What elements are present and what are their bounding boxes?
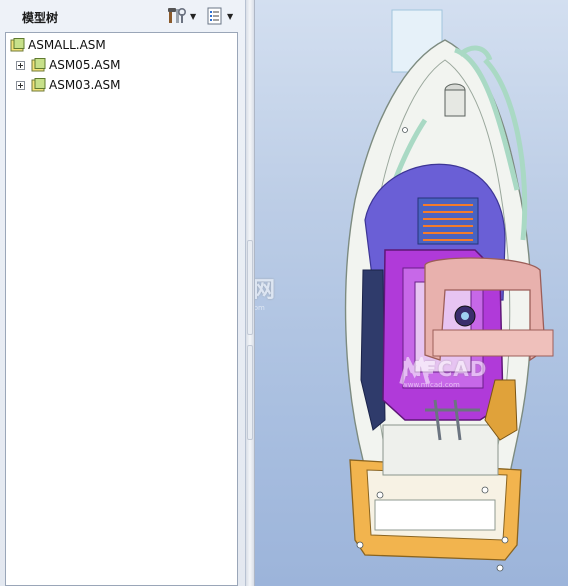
- expand-icon[interactable]: [16, 60, 25, 70]
- chevron-down-icon: ▼: [227, 11, 234, 21]
- tree-show-icon: [207, 7, 222, 25]
- tree-item-label: ASMALL.ASM: [28, 38, 106, 52]
- model-tree-panel: 模型树 ▼ ▼ ASMALL.ASM ASM05.ASM ASM03.ASM: [0, 0, 246, 586]
- watermark: 沐风网 www.mfcad.com: [255, 272, 276, 312]
- splitter-handle-lower[interactable]: [247, 345, 253, 440]
- expand-icon[interactable]: [16, 80, 25, 90]
- tree-show-button[interactable]: ▼: [206, 6, 233, 26]
- panel-splitter[interactable]: [246, 0, 255, 586]
- tree-settings-icon: [168, 7, 187, 23]
- model-tree: ASMALL.ASM ASM05.ASM ASM03.ASM: [5, 32, 238, 586]
- assembly-3d-model: [344, 9, 554, 572]
- tree-settings-button[interactable]: ▼: [167, 6, 196, 26]
- tree-item-asm03[interactable]: ASM03.ASM: [16, 76, 120, 94]
- assembly-icon: [31, 78, 46, 92]
- tree-item-label: ASM03.ASM: [49, 78, 121, 92]
- graphics-viewport[interactable]: 沐风网 www.mfcad.com MFCAD www.mfcad.com: [255, 0, 568, 586]
- chevron-down-icon: ▼: [190, 11, 197, 21]
- model-tree-title: 模型树: [22, 11, 59, 25]
- watermark-url: www.mfcad.com: [255, 304, 265, 312]
- watermark: MFCAD www.mfcad.com: [398, 357, 487, 389]
- watermark-logo-icon: [399, 357, 435, 385]
- assembly-icon: [31, 58, 46, 72]
- tree-item-asmall[interactable]: ASMALL.ASM: [10, 36, 106, 54]
- watermark-text: 沐风网: [255, 278, 277, 303]
- splitter-handle-upper[interactable]: [247, 240, 253, 335]
- tree-item-label: ASM05.ASM: [49, 58, 121, 72]
- assembly-icon: [10, 38, 25, 52]
- model-tree-header: 模型树 ▼ ▼: [0, 0, 246, 32]
- tree-item-asm05[interactable]: ASM05.ASM: [16, 56, 120, 74]
